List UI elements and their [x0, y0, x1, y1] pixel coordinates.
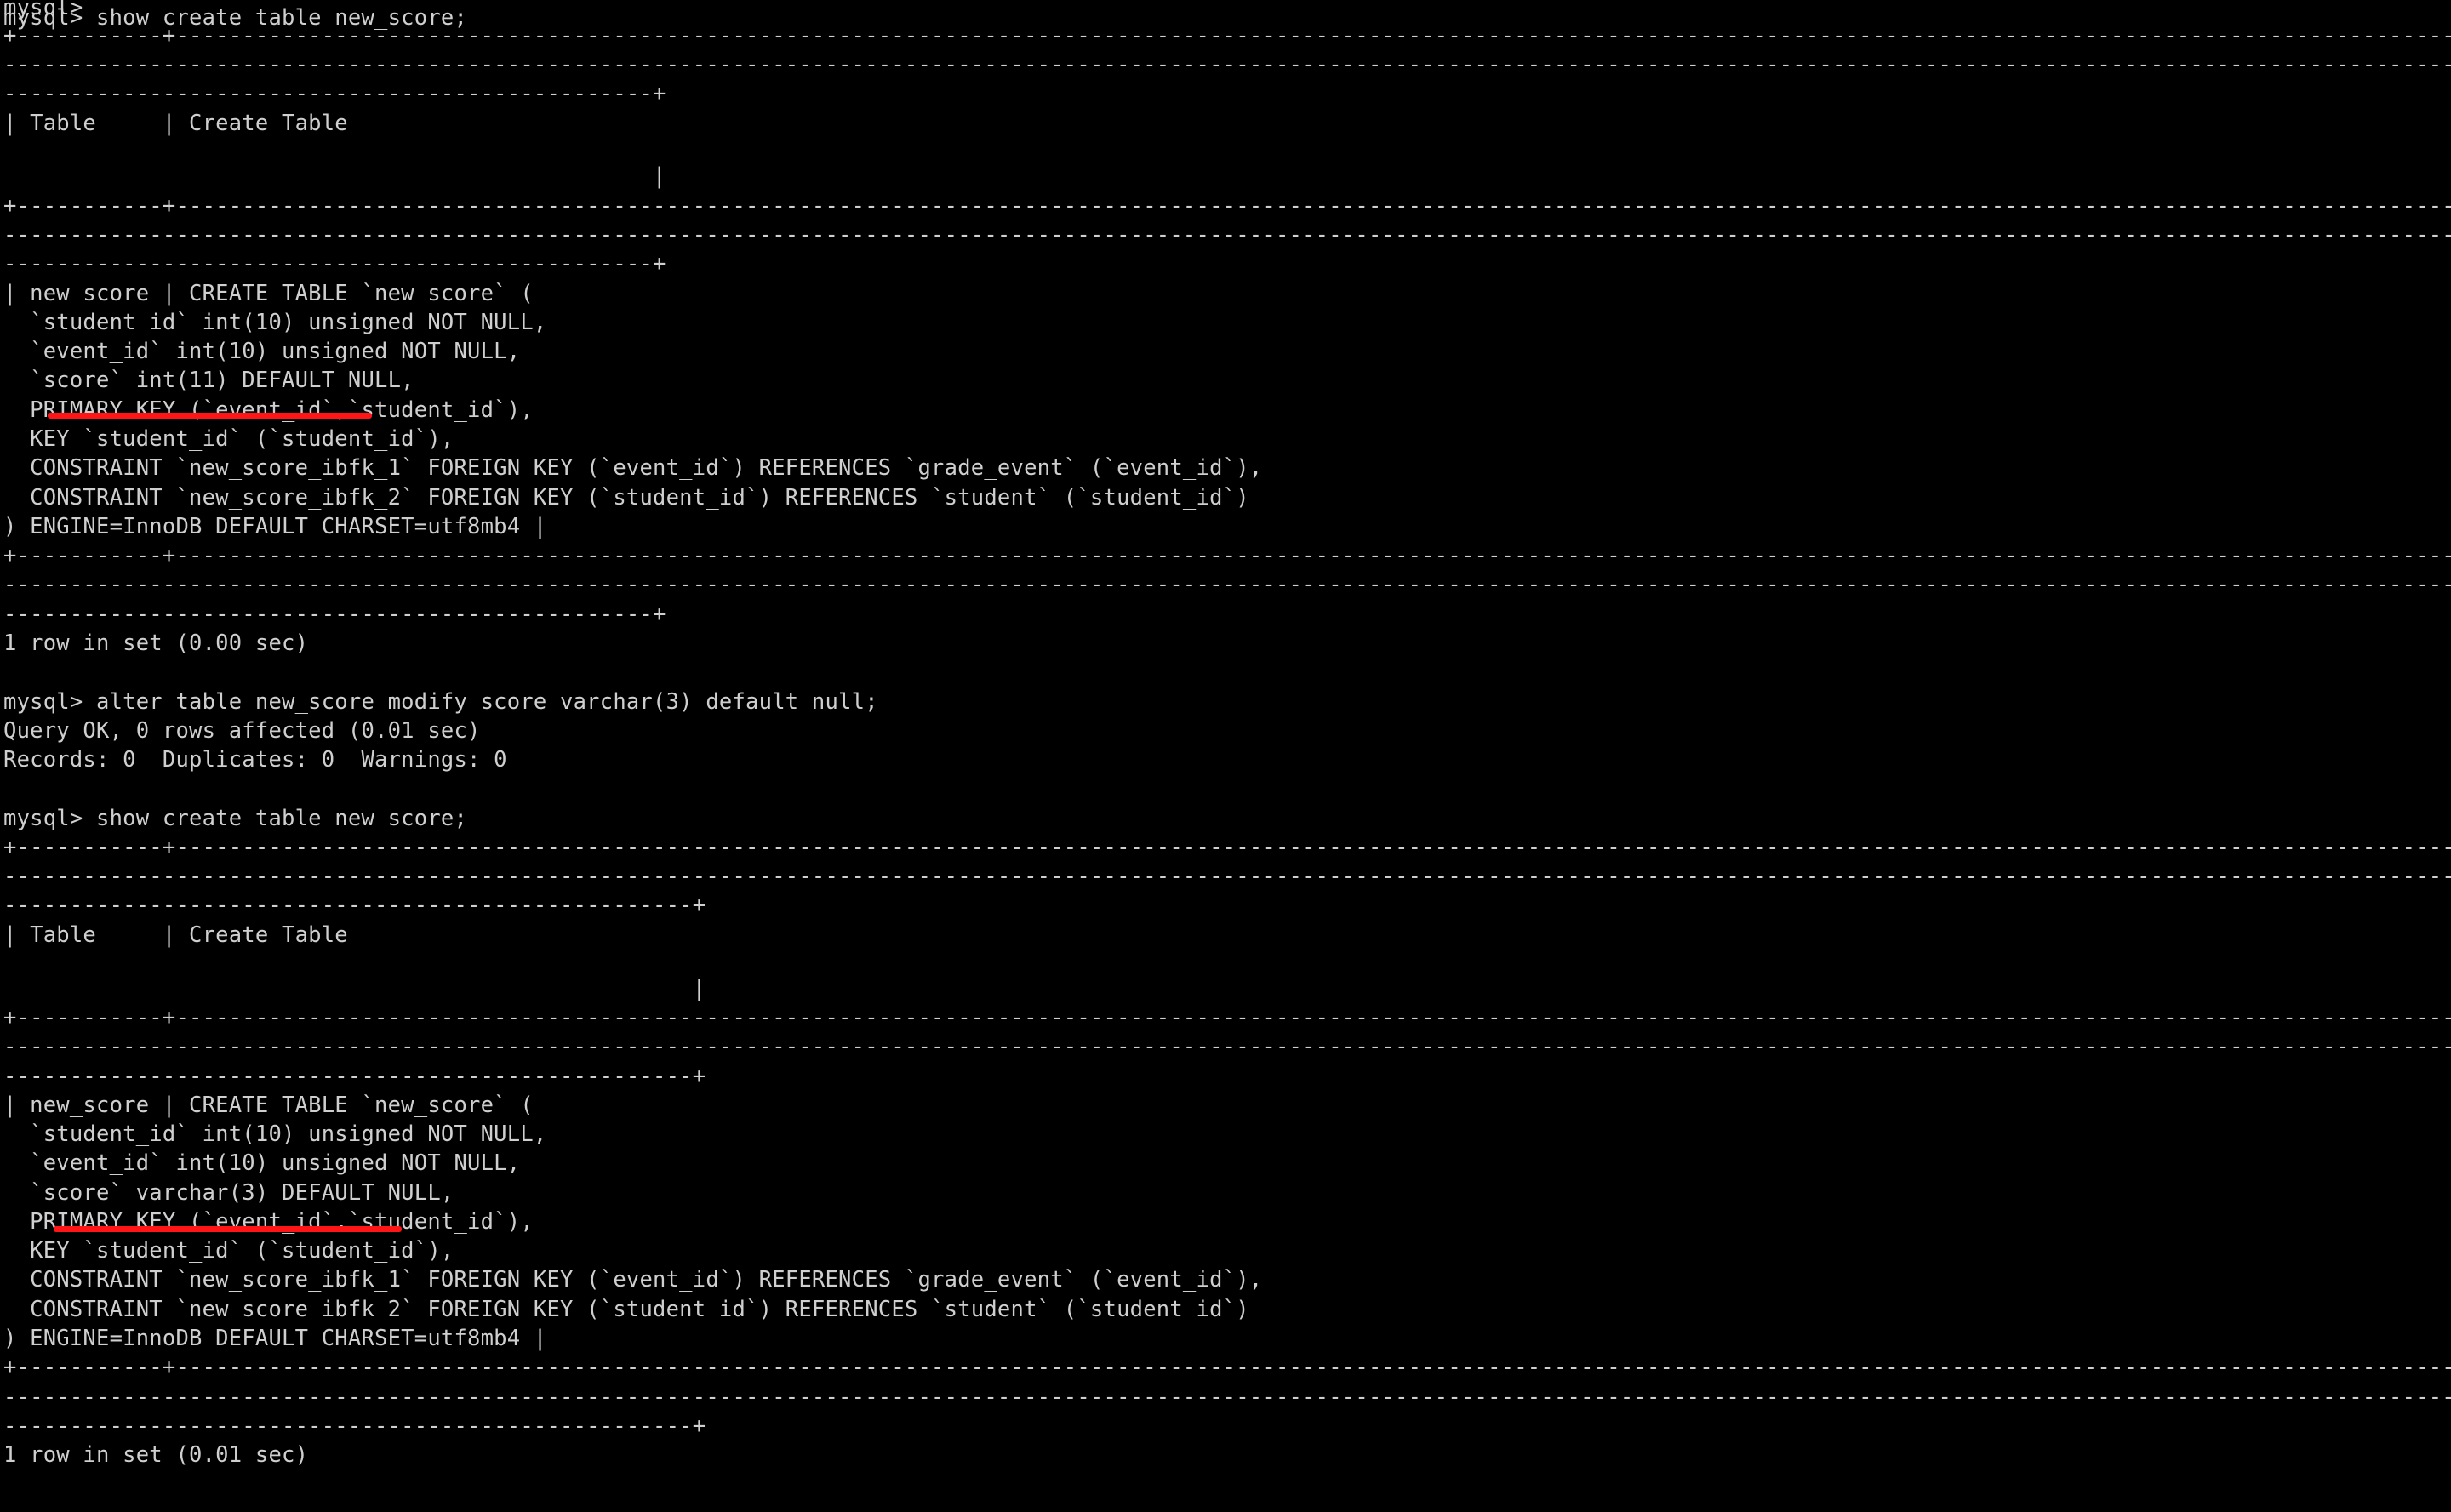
terminal-line-command: mysql> show create table new_score;: [3, 806, 468, 831]
terminal-line-column-def: `student_id` int(10) unsigned NOT NULL,: [3, 310, 547, 335]
terminal-line-separator: ----------------------------------------…: [3, 1034, 2451, 1059]
terminal-line-separator: ----------------------------------------…: [3, 251, 666, 277]
terminal-line-header: | Table | Create Table: [3, 922, 348, 948]
terminal-line-separator: ----------------------------------------…: [3, 1384, 2451, 1410]
terminal-line-status: 1 row in set (0.00 sec): [3, 630, 309, 656]
terminal-line-status: Query OK, 0 rows affected (0.01 sec): [3, 718, 481, 744]
terminal-window[interactable]: mysql> mysql> show create table new_scor…: [0, 0, 2451, 1512]
terminal-line-separator: ----------------------------------------…: [3, 52, 2451, 77]
terminal-line-separator: +-----------+---------------------------…: [3, 1005, 2451, 1030]
terminal-line-column-def-score: `score` varchar(3) DEFAULT NULL,: [3, 1180, 454, 1206]
terminal-line-key: KEY `student_id` (`student_id`),: [3, 1238, 454, 1264]
terminal-line: |: [3, 163, 666, 189]
terminal-line-separator: +-----------+---------------------------…: [3, 543, 2451, 568]
terminal-line-primary-key: PRIMARY KEY (`event_id`,`student_id`),: [3, 397, 534, 423]
terminal-line-separator: ----------------------------------------…: [3, 222, 2451, 248]
red-underline-annotation-score-varchar: [54, 1226, 402, 1232]
terminal-line-column-def: `student_id` int(10) unsigned NOT NULL,: [3, 1121, 547, 1147]
terminal-line-separator: +-----------+---------------------------…: [3, 1355, 2451, 1380]
terminal-line-constraint: CONSTRAINT `new_score_ibfk_1` FOREIGN KE…: [3, 1267, 1263, 1292]
red-underline-annotation-score-int: [48, 413, 372, 419]
terminal-line-constraint: CONSTRAINT `new_score_ibfk_2` FOREIGN KE…: [3, 1297, 1249, 1322]
terminal-line-status: 1 row in set (0.01 sec): [3, 1442, 309, 1468]
terminal-line-engine: ) ENGINE=InnoDB DEFAULT CHARSET=utf8mb4 …: [3, 514, 547, 539]
terminal-line-engine: ) ENGINE=InnoDB DEFAULT CHARSET=utf8mb4 …: [3, 1326, 547, 1351]
terminal-line-separator: ----------------------------------------…: [3, 81, 666, 106]
terminal-line-command: mysql> alter table new_score modify scor…: [3, 689, 878, 715]
terminal-line-key: KEY `student_id` (`student_id`),: [3, 426, 454, 452]
terminal-line-status: Records: 0 Duplicates: 0 Warnings: 0: [3, 747, 507, 773]
terminal-line-primary-key: PRIMARY KEY (`event_id`,`student_id`),: [3, 1209, 534, 1235]
terminal-line-separator: +-----------+---------------------------…: [3, 23, 2451, 48]
terminal-line-column-def-score: `score` int(11) DEFAULT NULL,: [3, 368, 414, 393]
terminal-line-constraint: CONSTRAINT `new_score_ibfk_1` FOREIGN KE…: [3, 455, 1263, 481]
terminal-line-separator: +-----------+---------------------------…: [3, 835, 2451, 860]
terminal-line-row: | new_score | CREATE TABLE `new_score` (: [3, 281, 534, 306]
terminal-line-separator: +-----------+---------------------------…: [3, 193, 2451, 219]
terminal-line-header: | Table | Create Table: [3, 111, 348, 136]
terminal-line-separator: ----------------------------------------…: [3, 1413, 706, 1439]
terminal-line-column-def: `event_id` int(10) unsigned NOT NULL,: [3, 339, 521, 364]
terminal-line-separator: ----------------------------------------…: [3, 602, 666, 627]
terminal-line-separator: ----------------------------------------…: [3, 572, 2451, 597]
terminal-line-separator: ----------------------------------------…: [3, 893, 706, 918]
terminal-line: |: [3, 976, 706, 1001]
terminal-line-separator: ----------------------------------------…: [3, 1064, 706, 1089]
terminal-line-row: | new_score | CREATE TABLE `new_score` (: [3, 1093, 534, 1118]
terminal-line-constraint: CONSTRAINT `new_score_ibfk_2` FOREIGN KE…: [3, 485, 1249, 511]
terminal-line-separator: ----------------------------------------…: [3, 864, 2451, 889]
terminal-line-column-def: `event_id` int(10) unsigned NOT NULL,: [3, 1150, 521, 1176]
